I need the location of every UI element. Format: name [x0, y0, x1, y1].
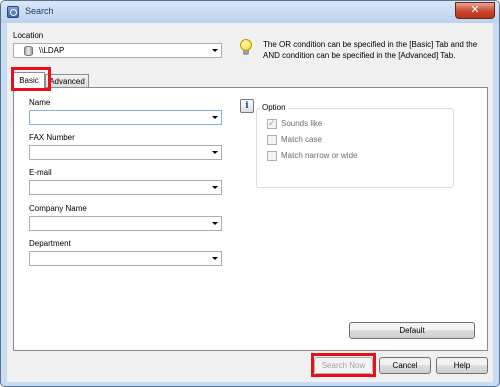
company-name-label: Company Name [29, 204, 87, 213]
email-field[interactable] [29, 180, 222, 195]
match-narrow-wide-checkbox[interactable] [267, 151, 277, 161]
search-dialog: Search ✕ Location \\LDAP The OR conditio… [0, 0, 500, 387]
name-field[interactable] [29, 110, 222, 125]
sounds-like-checkbox[interactable] [267, 118, 277, 129]
chevron-down-icon [212, 186, 218, 189]
basic-tab-highlight [11, 67, 51, 91]
help-button[interactable]: Help [436, 357, 488, 374]
lightbulb-icon [240, 39, 252, 56]
search-now-highlight [311, 353, 376, 377]
name-label: Name [29, 98, 51, 107]
dialog-body: Location \\LDAP The OR condition can be … [7, 23, 493, 382]
fax-number-label: FAX Number [29, 133, 75, 142]
match-case-label: Match case [281, 135, 322, 144]
search-app-icon [7, 6, 19, 18]
department-label: Department [29, 239, 71, 248]
sounds-like-label: Sounds like [281, 119, 323, 128]
default-button[interactable]: Default [349, 322, 475, 339]
match-narrow-wide-label: Match narrow or wide [281, 151, 358, 160]
chevron-down-icon [212, 222, 218, 225]
chevron-down-icon [212, 49, 218, 52]
database-icon [24, 46, 33, 56]
fax-number-field[interactable] [29, 145, 222, 160]
info-icon: i [240, 99, 254, 113]
chevron-down-icon [212, 151, 218, 154]
window-title: Search [25, 6, 54, 16]
cancel-button[interactable]: Cancel [379, 357, 431, 374]
tab-advanced[interactable]: Advanced [45, 74, 89, 88]
option-group-title: Option [260, 103, 288, 112]
email-label: E-mail [29, 168, 52, 177]
chevron-down-icon [212, 257, 218, 260]
department-field[interactable] [29, 251, 222, 266]
match-case-checkbox[interactable] [267, 135, 277, 145]
chevron-down-icon [212, 116, 218, 119]
close-button[interactable]: ✕ [455, 2, 495, 19]
company-name-field[interactable] [29, 216, 222, 231]
location-dropdown[interactable]: \\LDAP [13, 43, 222, 58]
location-label: Location [13, 31, 44, 40]
location-value: \\LDAP [39, 46, 65, 55]
tip-text: The OR condition can be specified in the… [263, 40, 478, 60]
title-bar: Search ✕ [1, 1, 499, 23]
